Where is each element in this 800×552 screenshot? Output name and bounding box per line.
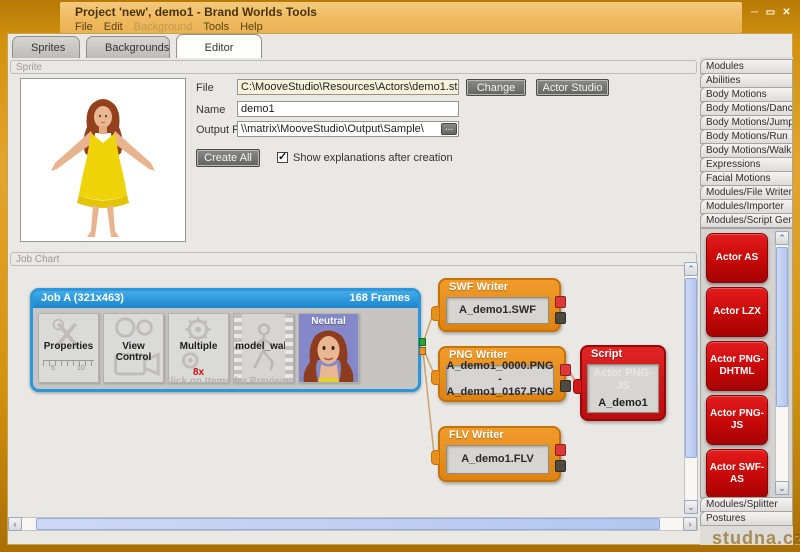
job-item-properties[interactable]: Properties 5 10 <box>38 313 99 383</box>
sidebar-tab-modules-script-generator[interactable]: Modules/Script Generator <box>700 213 793 228</box>
job-hint-text: Click on Items for Preview <box>33 376 418 387</box>
job-item-neutral[interactable]: Neutral <box>298 313 359 383</box>
actor-as-button[interactable]: Actor AS <box>706 233 768 283</box>
swf-output-filename: A_demo1.SWF <box>459 304 536 317</box>
job-chart-group-label: Job Chart <box>10 252 697 266</box>
flv-writer-node[interactable]: FLV Writer A_demo1.FLV <box>438 426 561 482</box>
script-type-label: Actor PNG-JS <box>588 367 658 393</box>
actor-studio-button[interactable]: Actor Studio <box>536 79 609 96</box>
actor-figure-illustration <box>21 79 185 241</box>
maximize-icon[interactable]: ▭ <box>764 7 777 19</box>
tab-backgrounds[interactable]: Backgrounds <box>86 36 170 58</box>
png-input-connector[interactable] <box>431 370 440 385</box>
app-window: Project 'new', demo1 - Brand Worlds Tool… <box>0 0 800 552</box>
png-output-filename-line1: A_demo1_0000.PNG - <box>447 360 554 386</box>
flv-connector-red[interactable] <box>555 444 566 456</box>
panel-scroll-up-icon[interactable]: ⌃ <box>775 231 789 245</box>
png-output-filename-line2: A_demo1_0167.PNG <box>447 386 554 399</box>
job-item-model-walk[interactable]: model_walk <box>233 313 294 383</box>
job-item-view-control[interactable]: View Control <box>103 313 164 383</box>
job-frames-count: 168 Frames <box>349 292 410 308</box>
sidebar-tab-modules-splitter[interactable]: Modules/Splitter <box>700 497 793 512</box>
chart-scroll-up-icon[interactable]: ⌃ <box>684 262 698 276</box>
actor-lzx-button[interactable]: Actor LZX <box>706 287 768 337</box>
job-header: Job A (321x463) 168 Frames <box>33 291 418 308</box>
tab-sprites[interactable]: Sprites <box>12 36 80 58</box>
menu-file[interactable]: File <box>75 21 93 33</box>
file-field[interactable]: C:\MooveStudio\Resources\Actors\demo1.st… <box>237 79 459 95</box>
actor-png-js-button[interactable]: Actor PNG-JS <box>706 395 768 445</box>
panel-scrollbar-thumb[interactable] <box>776 247 788 407</box>
sprite-preview-image[interactable] <box>20 78 186 242</box>
file-label: File <box>196 82 214 94</box>
script-name-label: A_demo1 <box>588 397 658 410</box>
sidebar-tab-body-motions[interactable]: Body Motions <box>700 87 793 102</box>
change-button[interactable]: Change <box>466 79 526 96</box>
name-label: Name <box>196 104 225 116</box>
actor-swf-as-button[interactable]: Actor SWF-AS <box>706 449 768 499</box>
sidebar-tab-postures[interactable]: Postures <box>700 511 793 526</box>
flv-input-connector[interactable] <box>431 450 440 465</box>
swf-input-connector[interactable] <box>431 306 440 321</box>
script-generator-panel: Actor AS Actor LZX Actor PNG-DHTML Actor… <box>700 228 793 498</box>
script-input-connector[interactable] <box>573 379 582 394</box>
watermark-text: studna.cz <box>712 528 800 549</box>
menu-background: Background <box>134 21 193 33</box>
menu-tools[interactable]: Tools <box>203 21 229 33</box>
menu-help[interactable]: Help <box>240 21 263 33</box>
ruler-icon: 5 10 <box>43 360 94 376</box>
sidebar-tab-modules-importer[interactable]: Modules/Importer <box>700 199 793 214</box>
swf-writer-node[interactable]: SWF Writer A_demo1.SWF <box>438 278 561 332</box>
show-explanations-label: Show explanations after creation <box>293 152 453 164</box>
png-connector-dark[interactable] <box>560 380 571 392</box>
menubar: File Edit Background Tools Help <box>75 21 263 33</box>
tab-editor[interactable]: Editor <box>176 34 262 58</box>
sidebar-tab-body-motions-dance[interactable]: Body Motions/Dance <box>700 101 793 116</box>
chart-vscrollbar-thumb[interactable] <box>685 278 697 458</box>
job-panel[interactable]: Job A (321x463) 168 Frames Properties 5 … <box>30 288 421 392</box>
close-icon[interactable]: ✕ <box>780 7 793 19</box>
png-connector-red[interactable] <box>560 364 571 376</box>
job-items-row: Properties 5 10 View Control <box>38 313 359 383</box>
sidebar-tab-body-motions-run[interactable]: Body Motions/Run <box>700 129 793 144</box>
chart-scroll-down-icon[interactable]: ⌄ <box>684 500 698 514</box>
sidebar-tab-modules[interactable]: Modules <box>700 59 793 74</box>
panel-scroll-down-icon[interactable]: ⌄ <box>775 481 789 495</box>
script-node[interactable]: Script Actor PNG-JS A_demo1 <box>580 345 666 421</box>
chart-scroll-right-icon[interactable]: › <box>683 517 697 531</box>
window-title: Project 'new', demo1 - Brand Worlds Tool… <box>75 5 317 19</box>
sidebar-tab-expressions[interactable]: Expressions <box>700 157 793 172</box>
sidebar-tab-facial-motions[interactable]: Facial Motions <box>700 171 793 186</box>
sprite-group-label: Sprite <box>10 60 697 74</box>
png-writer-node[interactable]: PNG Writer A_demo1_0000.PNG - A_demo1_01… <box>438 346 566 402</box>
modules-sidebar: Modules Abilities Body Motions Body Moti… <box>700 57 793 545</box>
swf-connector-dark[interactable] <box>555 312 566 324</box>
job-output-connector-green[interactable] <box>419 338 426 346</box>
job-item-multiple[interactable]: Multiple 8x <box>168 313 229 383</box>
swf-connector-red[interactable] <box>555 296 566 308</box>
sidebar-tab-abilities[interactable]: Abilities <box>700 73 793 88</box>
actor-png-dhtml-button[interactable]: Actor PNG-DHTML <box>706 341 768 391</box>
menu-edit[interactable]: Edit <box>104 21 123 33</box>
flv-output-filename: A_demo1.FLV <box>461 453 534 466</box>
show-explanations-checkbox[interactable] <box>277 152 288 163</box>
browse-button[interactable]: ... <box>441 123 457 135</box>
sidebar-tab-body-motions-jump[interactable]: Body Motions/Jump <box>700 115 793 130</box>
output-path-field[interactable]: \\matrix\MooveStudio\Output\Sample\ <box>237 121 459 137</box>
flv-connector-dark[interactable] <box>555 460 566 472</box>
name-field[interactable]: demo1 <box>237 101 459 117</box>
minimize-icon[interactable]: ─ <box>748 7 761 19</box>
face-thumbnail <box>299 328 358 382</box>
sidebar-tab-body-motions-walk[interactable]: Body Motions/Walk <box>700 143 793 158</box>
create-all-button[interactable]: Create All <box>196 149 260 167</box>
job-title: Job A (321x463) <box>41 292 124 308</box>
sidebar-tab-modules-file-writer[interactable]: Modules/File Writer <box>700 185 793 200</box>
job-output-connector-orange[interactable] <box>419 347 426 355</box>
chart-scroll-left-icon[interactable]: ‹ <box>8 517 22 531</box>
chart-hscrollbar-thumb[interactable] <box>36 518 660 530</box>
